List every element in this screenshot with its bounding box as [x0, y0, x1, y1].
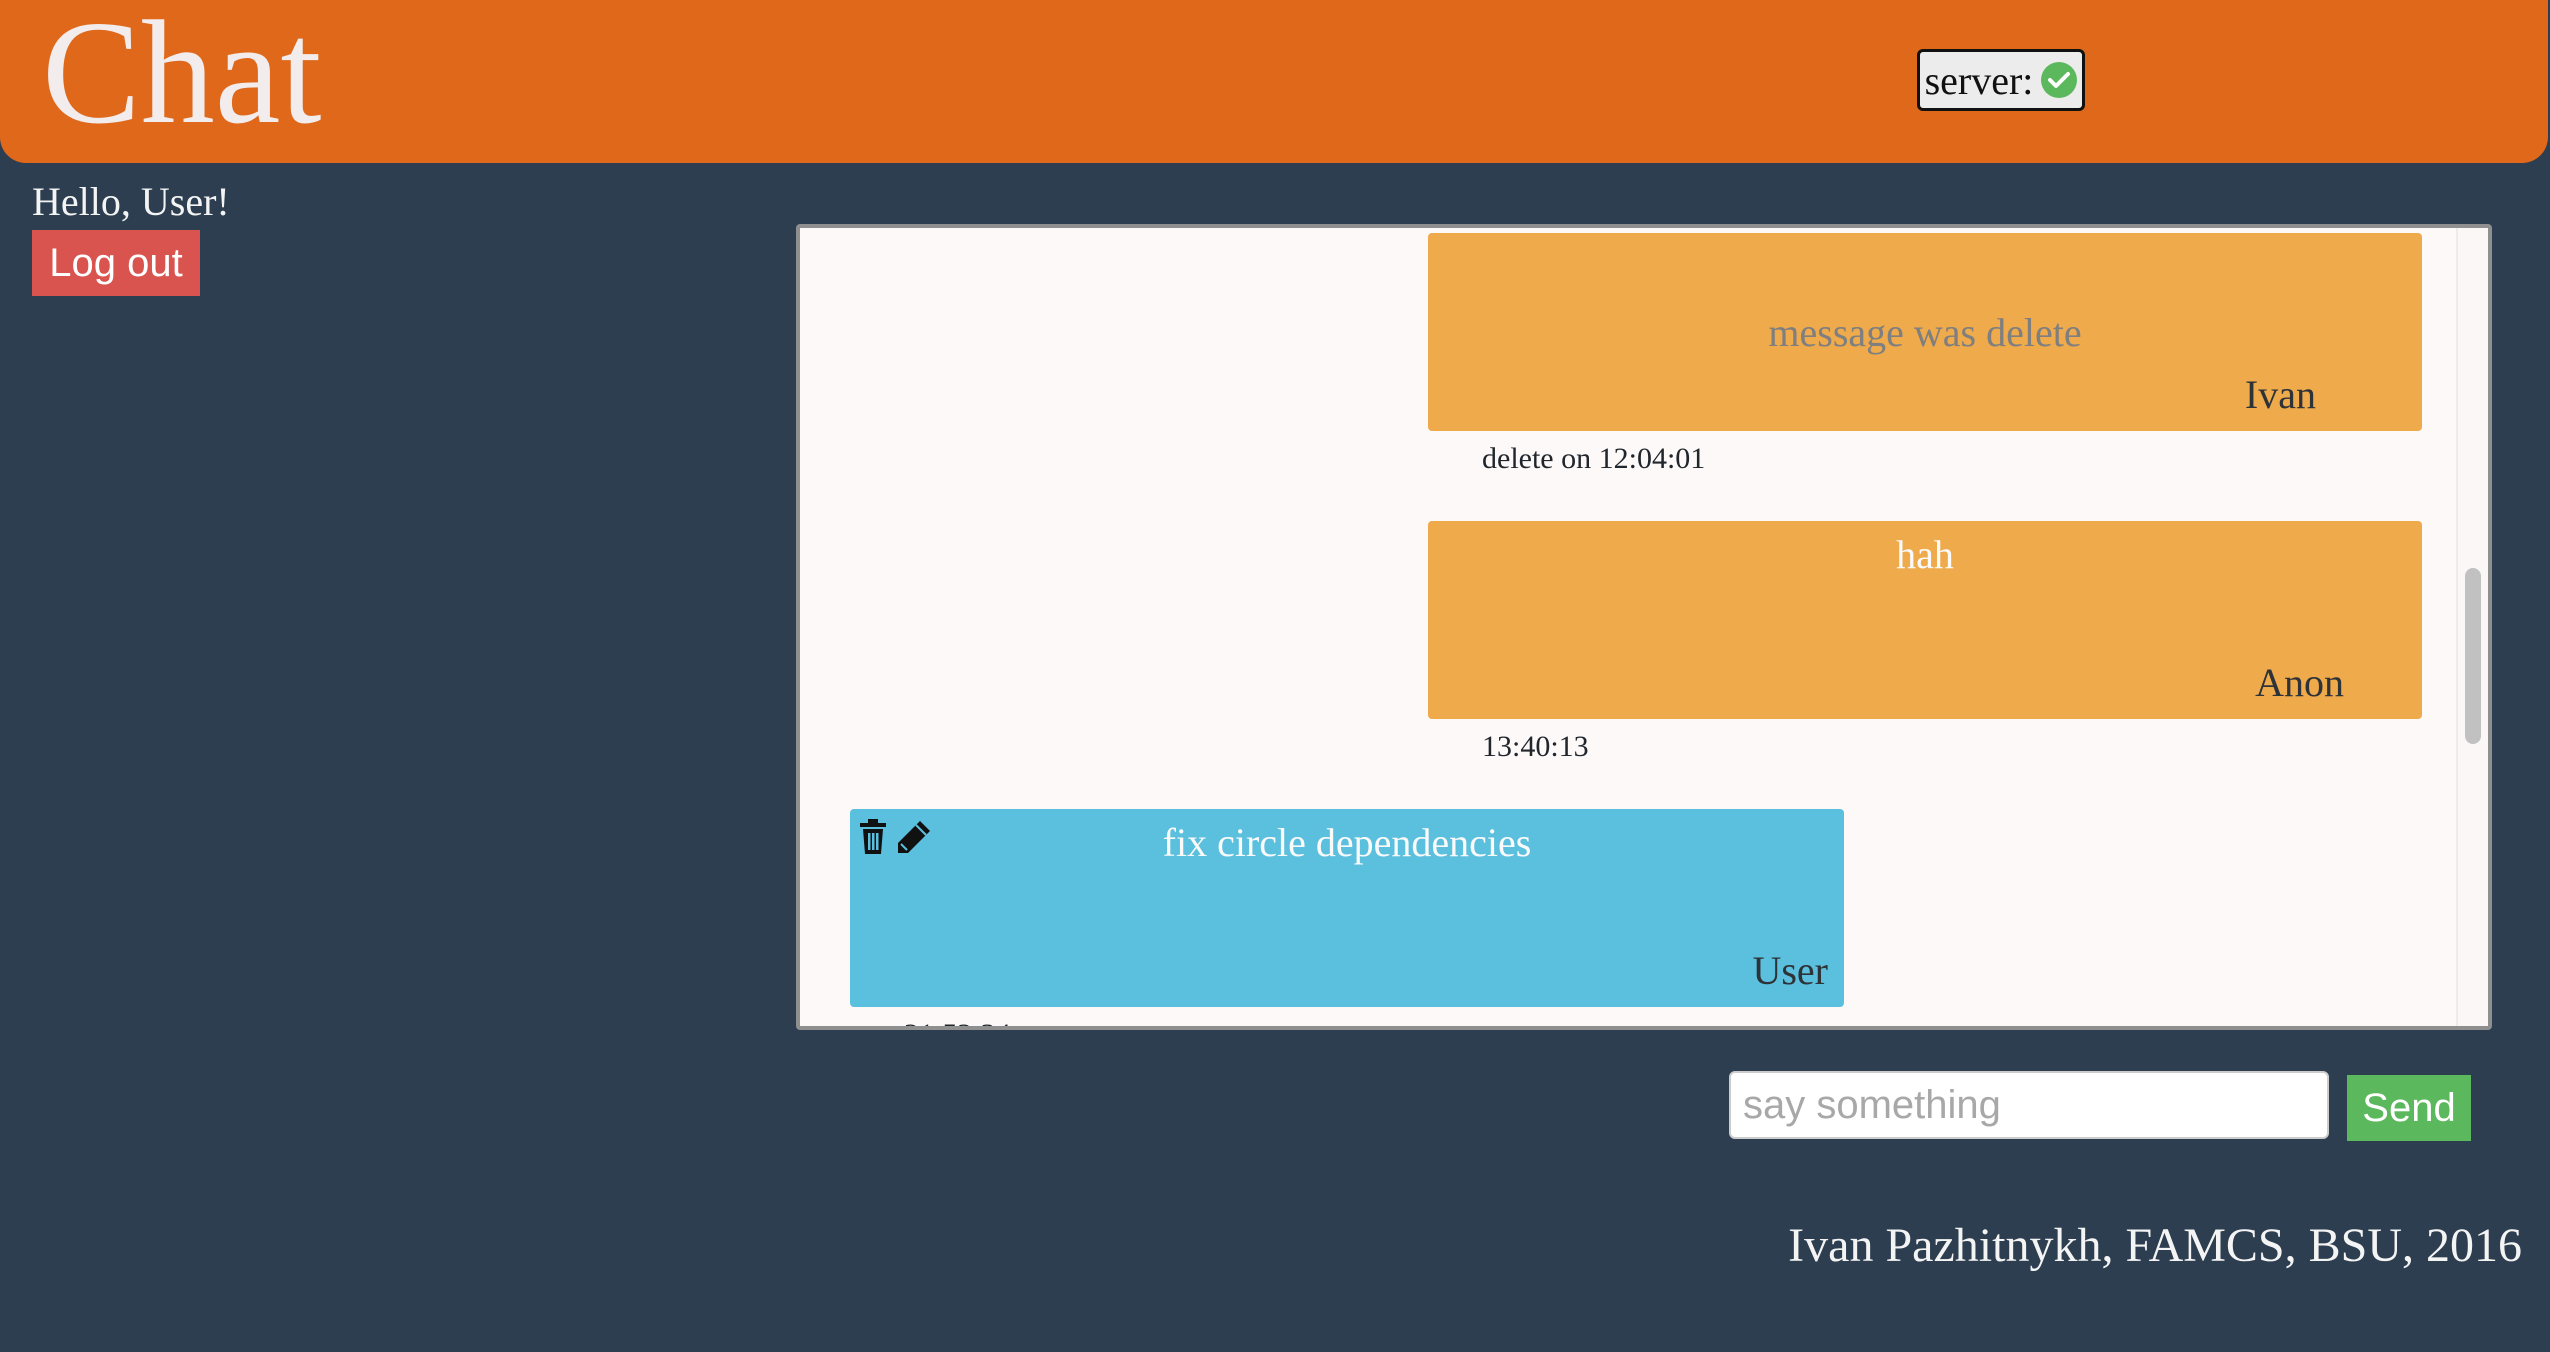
message-list[interactable]: message was delete Ivan delete on 12:04:…: [796, 224, 2492, 1030]
greeting: Hello, User!: [32, 179, 230, 224]
app-title: Chat: [42, 0, 322, 155]
message-timestamp: delete on 12:04:01: [1482, 442, 1706, 475]
message-timestamp: 21:52:34: [904, 1018, 1011, 1026]
message-author: Anon: [2255, 660, 2344, 705]
message-text: message was delete: [1768, 310, 2082, 355]
message-bubble: message was delete Ivan: [1428, 233, 2422, 431]
message-bubble: hah Anon: [1428, 521, 2422, 719]
message-input[interactable]: [1729, 1071, 2329, 1139]
message-timestamp: 13:40:13: [1482, 730, 1589, 763]
chat-scrollbar[interactable]: [2456, 228, 2488, 1026]
app-header: Chat server:: [0, 0, 2548, 163]
message-text: hah: [1896, 532, 1954, 577]
message-bubble: fix circle dependencies User: [850, 809, 1844, 1007]
message-author: User: [1752, 948, 1828, 993]
logout-button[interactable]: Log out: [32, 230, 200, 296]
footer-credit: Ivan Pazhitnykh, FAMCS, BSU, 2016: [1788, 1219, 2522, 1272]
message-text: fix circle dependencies: [1162, 820, 1532, 865]
check-circle-icon: [2041, 62, 2078, 98]
server-status-label: server:: [1924, 57, 2034, 103]
send-button[interactable]: Send: [2347, 1075, 2471, 1141]
server-status-badge: server:: [1917, 49, 2085, 111]
message-author: Ivan: [2244, 372, 2316, 417]
scrollbar-thumb[interactable]: [2465, 568, 2481, 744]
